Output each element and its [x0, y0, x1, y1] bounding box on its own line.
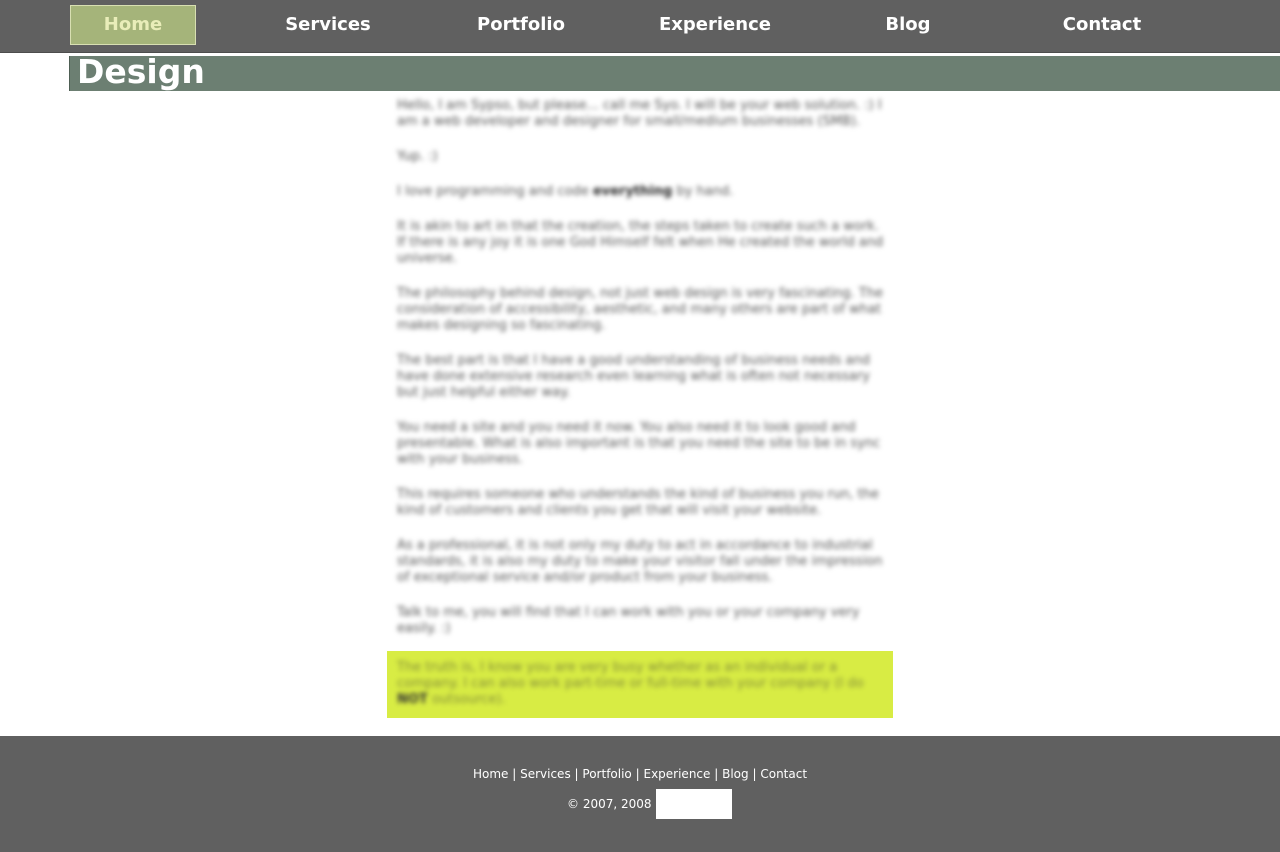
paragraph: You need a site and you need it now. You…: [397, 420, 881, 467]
paragraph: The best part is that I have a good unde…: [397, 353, 870, 400]
title-bar: Design: [69, 52, 1280, 91]
footer-blog-link[interactable]: Blog: [722, 767, 749, 781]
footer: Home | Services | Portfolio | Experience…: [0, 736, 1280, 852]
nav-services-link[interactable]: Services: [263, 5, 393, 45]
footer-home-link[interactable]: Home: [473, 767, 508, 781]
highlight-box: The truth is, I know you are very busy w…: [387, 651, 893, 718]
paragraph-text: by hand.: [676, 184, 734, 199]
top-navigation: Home Services Portfolio Experience Blog …: [0, 0, 1280, 53]
paragraph: Yup. :): [397, 149, 438, 164]
highlight-text-main: The truth is, I know you are very busy w…: [397, 660, 864, 691]
footer-separator: |: [574, 767, 579, 781]
page-title: Design: [77, 52, 205, 91]
footer-portfolio-link[interactable]: Portfolio: [582, 767, 631, 781]
paragraph: It is akin to art in that the creation, …: [397, 219, 884, 266]
paragraph-text: I love programming and code: [397, 184, 589, 199]
footer-separator: |: [714, 767, 719, 781]
nav-home-link[interactable]: Home: [70, 5, 196, 45]
paragraph: This requires someone who understands th…: [397, 487, 879, 518]
footer-separator: |: [512, 767, 517, 781]
footer-contact-link[interactable]: Contact: [760, 767, 807, 781]
footer-links: Home | Services | Portfolio | Experience…: [0, 766, 1280, 782]
copyright-text: © 2007, 2008: [567, 797, 652, 811]
main-content: Hello, I am Sypso, but please... call me…: [387, 98, 893, 718]
nav-experience-link[interactable]: Experience: [645, 5, 785, 45]
paragraph: I love programming and code everything b…: [397, 184, 885, 200]
nav-contact-link[interactable]: Contact: [1037, 5, 1167, 45]
highlight-text: The truth is, I know you are very busy w…: [397, 660, 885, 708]
paragraph: As a professional, it is not only my dut…: [397, 538, 883, 585]
nav-blog-link[interactable]: Blog: [843, 5, 973, 45]
footer-services-link[interactable]: Services: [520, 767, 571, 781]
paragraph: The philosophy behind design, not just w…: [397, 286, 883, 333]
paragraph: Hello, I am Sypso, but please... call me…: [397, 98, 882, 129]
highlight-text-tail: outsource).: [431, 692, 506, 707]
intro-text: Hello, I am Sypso, but please... call me…: [387, 98, 893, 637]
footer-separator: |: [635, 767, 640, 781]
nav-portfolio-link[interactable]: Portfolio: [456, 5, 586, 45]
footer-experience-link[interactable]: Experience: [643, 767, 710, 781]
footer-badge: [656, 789, 732, 819]
highlight-emphasis: NOT: [397, 692, 428, 707]
emphasis-text: everything: [592, 184, 673, 199]
paragraph: Talk to me, you will find that I can wor…: [397, 605, 860, 636]
footer-separator: |: [752, 767, 757, 781]
